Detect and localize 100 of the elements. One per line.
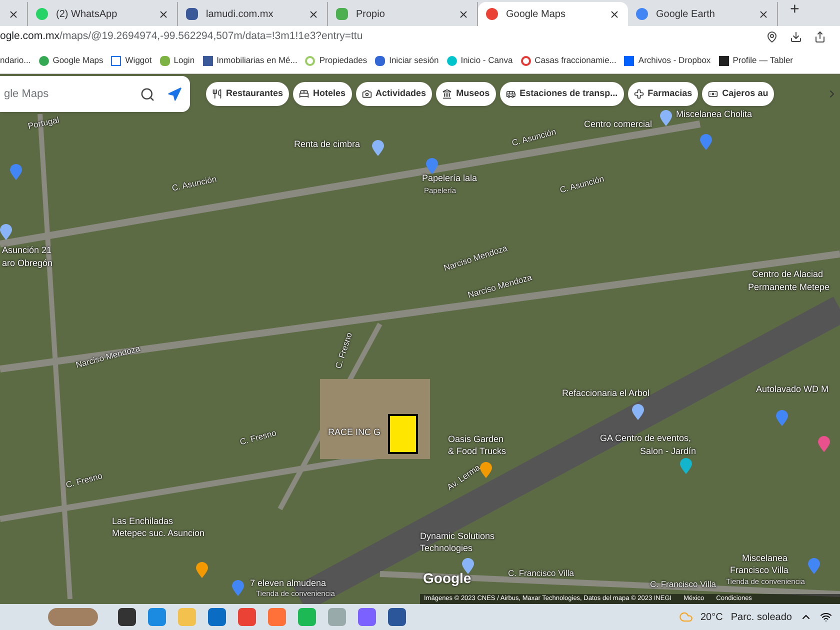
bookmark-item[interactable]: Propiedades <box>305 54 368 67</box>
bookmark-item[interactable]: Login <box>160 54 195 67</box>
street-label: C. Fresno <box>64 471 104 490</box>
fork-knife-icon <box>212 89 222 99</box>
place-label: Centro de Alaciad <box>752 270 824 279</box>
close-icon[interactable] <box>8 8 19 20</box>
place-label: Technologies <box>420 544 473 553</box>
bookmark-item[interactable]: Inmobiliarias en Mé... <box>202 54 298 67</box>
new-tab-button[interactable]: + <box>790 0 800 22</box>
bed-icon <box>299 89 310 99</box>
share-icon[interactable] <box>814 31 826 43</box>
place-label: Metepec suc. Asuncion <box>112 529 205 538</box>
place-label: Francisco Villa <box>730 566 788 575</box>
install-icon[interactable] <box>790 31 802 43</box>
building-icon <box>442 89 452 99</box>
tab-title: (2) WhatsApp <box>56 8 118 22</box>
street-label: Portugal <box>27 116 60 130</box>
banknote-icon <box>708 89 718 99</box>
bookmark-icon <box>160 56 170 66</box>
bookmark-icon <box>520 56 531 66</box>
bookmark-item[interactable]: Iniciar sesión <box>375 54 439 67</box>
map-pin-icon[interactable] <box>776 410 788 426</box>
bookmark-icon <box>446 56 457 66</box>
street-label: C. Asunción <box>510 127 557 148</box>
tab-favicon <box>186 8 198 20</box>
category-chip[interactable]: Farmacias <box>628 82 698 106</box>
map-pin-icon[interactable] <box>372 140 384 156</box>
bookmark-icon <box>202 56 213 66</box>
address-bar[interactable]: ogle.com.mx/maps/@19.2694974,-99.562294,507m/data=!3m1!1e3?entry=ttu <box>0 29 760 45</box>
temperature-text: 20°C <box>700 610 723 624</box>
bookmark-item[interactable]: Archivos - Dropbox <box>624 54 711 67</box>
category-chip[interactable]: Museos <box>436 82 496 106</box>
tab-favicon <box>36 8 48 20</box>
tab-title: lamudi.com.mx <box>206 8 274 22</box>
category-chip[interactable]: Actividades <box>356 82 432 106</box>
bookmark-item[interactable]: Google Maps <box>38 54 104 67</box>
bookmark-item[interactable]: Profile — Tabler <box>718 54 794 67</box>
bookmark-icon <box>111 56 122 66</box>
map-pin-icon[interactable] <box>700 134 712 150</box>
map-pin-icon[interactable] <box>232 580 244 596</box>
tab-favicon <box>336 8 348 20</box>
weather-text: Parc. soleado <box>730 610 792 624</box>
map-pin-icon[interactable] <box>480 462 492 478</box>
map-pin-icon[interactable] <box>462 558 474 574</box>
place-label: Autolavado WD M <box>756 385 829 394</box>
place-label: & Food Trucks <box>448 447 506 456</box>
street-label: C. Asunción <box>171 174 218 192</box>
taskbar-app-icon[interactable] <box>118 608 136 626</box>
place-label: Renta de cimbra <box>294 140 360 149</box>
map-pin-icon[interactable] <box>818 436 830 452</box>
satellite-map-drawing[interactable] <box>0 74 840 604</box>
tab-favicon <box>636 8 648 20</box>
place-label: Asunción 21 <box>2 246 52 255</box>
map-pin-icon[interactable] <box>632 404 644 420</box>
map-pin-icon[interactable] <box>680 458 692 474</box>
place-label: Miscelanea Cholita <box>676 110 752 119</box>
cross-icon <box>634 89 644 99</box>
bookmark-item[interactable]: Casas fraccionamie... <box>520 54 616 67</box>
map-pin-icon[interactable] <box>10 164 22 180</box>
map-pin-icon[interactable] <box>808 558 820 574</box>
search-icon[interactable] <box>140 86 155 102</box>
place-label: Centro comercial <box>584 120 652 129</box>
close-icon[interactable] <box>458 8 469 20</box>
map-pin-icon[interactable] <box>660 110 672 126</box>
street-label: Narciso Mendoza <box>74 344 141 370</box>
bookmark-icon <box>305 56 316 66</box>
street-label: C. Francisco Villa <box>650 580 716 588</box>
close-icon[interactable] <box>158 8 169 20</box>
bookmark-item[interactable]: ndario... <box>0 54 31 67</box>
street-label: C. Asunción <box>558 174 605 194</box>
close-icon[interactable] <box>758 8 769 20</box>
place-label: Dynamic Solutions <box>420 532 495 541</box>
category-chip[interactable]: Restaurantes <box>206 82 290 106</box>
category-chip[interactable]: Estaciones de transp... <box>500 82 624 106</box>
bookmark-item[interactable]: Inicio - Canva <box>446 54 513 67</box>
place-label: Papelería lala <box>422 174 478 183</box>
close-icon[interactable] <box>609 8 620 20</box>
place-label: Salon - Jardín <box>640 447 696 456</box>
map-pin-icon[interactable] <box>426 158 438 174</box>
location-icon[interactable] <box>766 31 778 43</box>
search-box[interactable]: gle Maps <box>0 76 190 112</box>
category-chip[interactable]: Hoteles <box>293 82 352 106</box>
tab-title: Propio <box>356 8 386 22</box>
close-icon[interactable] <box>308 8 319 20</box>
map-pin-icon[interactable] <box>0 224 12 240</box>
place-label: Miscelanea <box>742 554 788 563</box>
bookmark-icon <box>718 56 729 66</box>
street-label: C. Francisco Villa <box>508 569 574 578</box>
street-label: C. Fresno <box>334 331 354 370</box>
bookmark-icon <box>375 56 386 66</box>
bus-icon <box>506 89 516 99</box>
browser-tab[interactable]: Google Maps <box>478 2 628 26</box>
street-label: Narciso Mendoza <box>466 272 533 300</box>
category-chip[interactable]: Cajeros au <box>702 82 774 106</box>
map-pin-icon[interactable] <box>196 562 208 578</box>
taskbar-app-icon[interactable] <box>388 608 406 626</box>
directions-icon[interactable] <box>167 86 182 102</box>
bookmark-icon <box>38 56 49 66</box>
bookmark-item[interactable]: Wiggot <box>111 54 152 67</box>
place-label: GA Centro de eventos, <box>600 434 692 443</box>
